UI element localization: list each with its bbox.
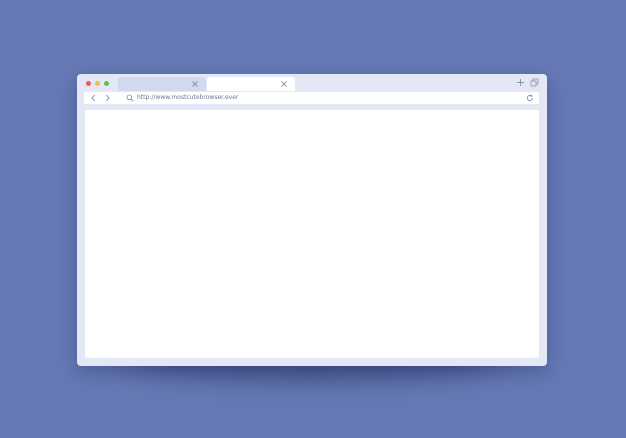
- tab-active[interactable]: [207, 77, 295, 91]
- window-close-button[interactable]: [86, 81, 91, 86]
- tab-close-icon[interactable]: [191, 80, 199, 88]
- reload-icon[interactable]: [526, 94, 534, 102]
- window-minimize-button[interactable]: [95, 81, 100, 86]
- address-toolbar: http://www.mostcutebrowser.ever: [84, 92, 539, 104]
- page-content-area[interactable]: [85, 110, 539, 358]
- window-maximize-button[interactable]: [104, 81, 109, 86]
- chevron-left-icon[interactable]: [90, 94, 97, 102]
- chevron-right-icon[interactable]: [104, 94, 111, 102]
- tab-close-icon[interactable]: [280, 80, 288, 88]
- tab-inactive[interactable]: [118, 77, 206, 91]
- new-tab-plus-icon[interactable]: [516, 78, 525, 87]
- search-icon: [126, 94, 134, 102]
- browser-window: http://www.mostcutebrowser.ever: [77, 74, 547, 366]
- address-bar-url[interactable]: http://www.mostcutebrowser.ever: [137, 92, 238, 104]
- restore-window-icon[interactable]: [530, 78, 539, 87]
